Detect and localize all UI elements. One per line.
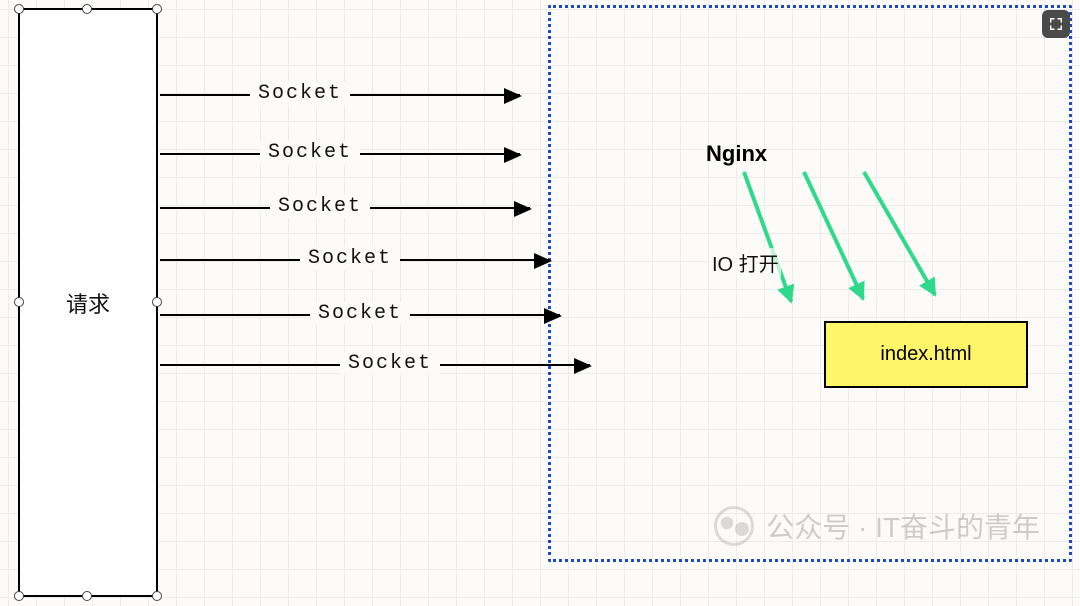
socket-arrow-label: Socket (300, 247, 400, 270)
connector-dot (82, 591, 92, 601)
connector-dot (14, 297, 24, 307)
socket-arrow-label: Socket (250, 82, 350, 105)
socket-arrow-label: Socket (340, 352, 440, 375)
connector-dot (82, 4, 92, 14)
connector-dot (14, 4, 24, 14)
socket-arrow: Socket (160, 314, 560, 316)
fullscreen-button[interactable] (1042, 10, 1070, 38)
wechat-icon (714, 506, 754, 546)
socket-arrow: Socket (160, 259, 550, 261)
socket-arrow-label: Socket (260, 141, 360, 164)
index-html-label: index.html (880, 343, 971, 366)
socket-arrow: Socket (160, 153, 520, 155)
nginx-container (548, 5, 1072, 562)
nginx-title: Nginx (706, 141, 767, 167)
socket-arrow-label: Socket (310, 302, 410, 325)
connector-dot (152, 297, 162, 307)
index-html-box: index.html (824, 321, 1028, 388)
request-box: 请求 (18, 8, 158, 597)
connector-dot (14, 591, 24, 601)
connector-dot (152, 4, 162, 14)
watermark: 公众号 · IT奋斗的青年 (714, 506, 1040, 546)
socket-arrow-label: Socket (270, 195, 370, 218)
diagram-canvas: 请求 SocketSocketSocketSocketSocketSocket … (0, 0, 1080, 606)
request-label: 请求 (66, 287, 110, 319)
socket-arrow: Socket (160, 94, 520, 96)
connector-dot (152, 591, 162, 601)
socket-arrow: Socket (160, 364, 590, 366)
watermark-text: 公众号 · IT奋斗的青年 (766, 506, 1040, 546)
socket-arrow: Socket (160, 207, 530, 209)
fullscreen-icon (1047, 15, 1065, 33)
io-open-label: IO 打开 (710, 248, 781, 277)
